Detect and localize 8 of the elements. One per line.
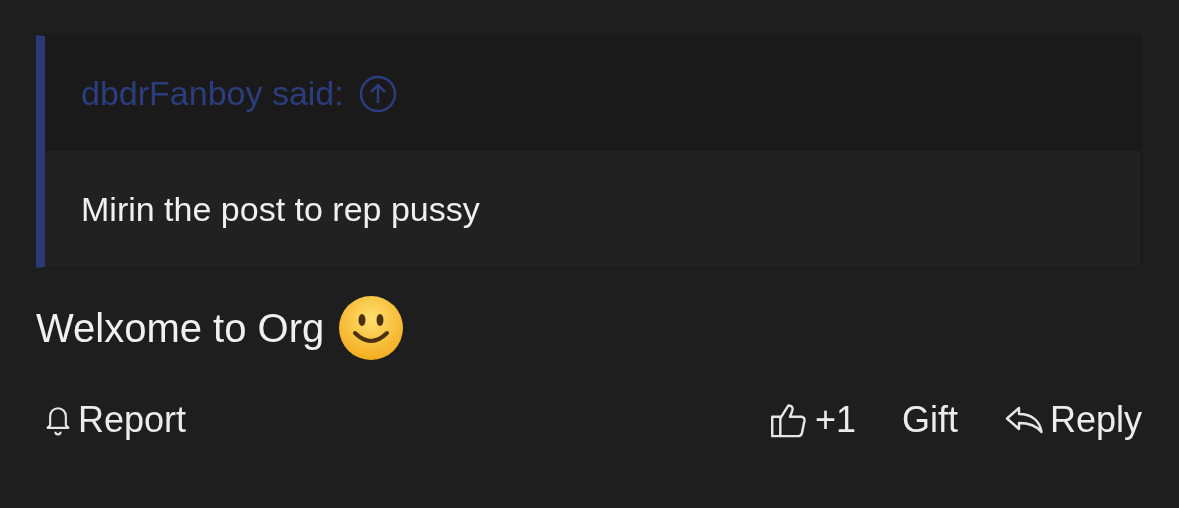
smiley-icon [338, 295, 405, 361]
report-button[interactable]: Report [42, 399, 187, 441]
message-text: Welxome to Org [36, 305, 325, 351]
quote-text: Mirin the post to rep pussy [81, 189, 480, 229]
arrow-up-icon[interactable] [357, 73, 398, 114]
like-button[interactable]: +1 [768, 399, 856, 441]
reply-button[interactable]: Reply [1003, 399, 1142, 441]
gift-button[interactable]: Gift [901, 399, 958, 441]
